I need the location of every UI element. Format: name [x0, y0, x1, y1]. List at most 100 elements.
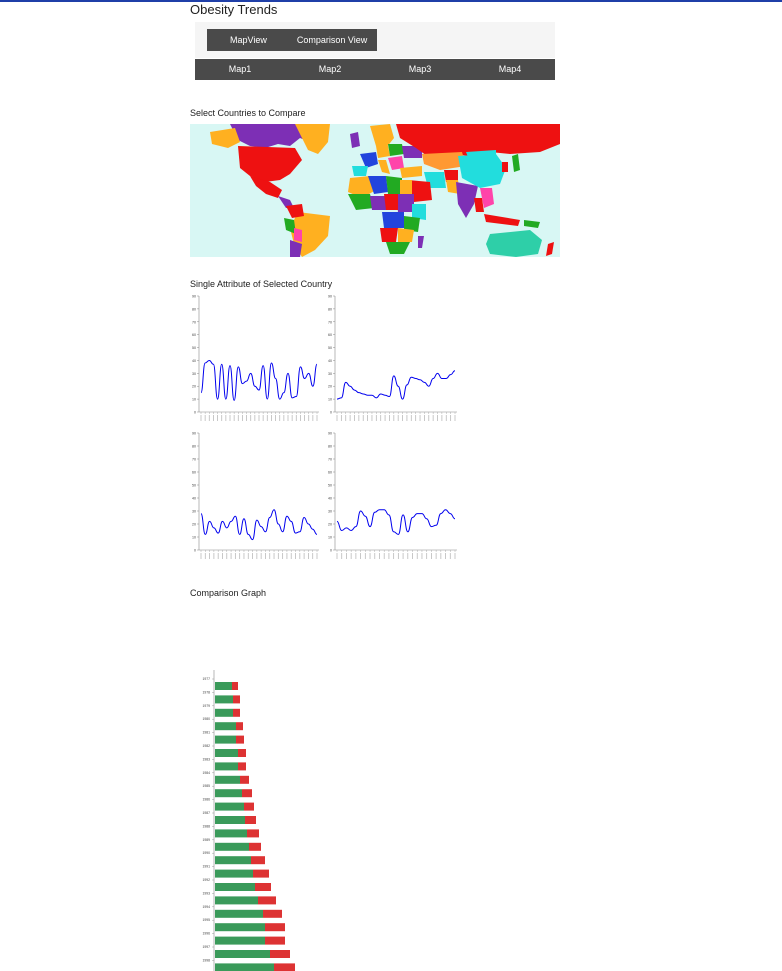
- x-tick-label-mark: [273, 553, 275, 559]
- bar-segment-green: [215, 896, 258, 905]
- country-chad[interactable]: [384, 194, 398, 210]
- view-tabs: MapView Comparison View: [207, 29, 378, 51]
- tab-comparison-view[interactable]: Comparison View: [287, 29, 377, 51]
- map1-button[interactable]: Map1: [195, 59, 285, 80]
- x-tick-label-mark: [221, 415, 223, 421]
- x-tick-label-mark: [431, 553, 432, 559]
- x-tick-label-mark: [243, 553, 245, 559]
- country-sudan[interactable]: [396, 194, 414, 212]
- x-tick-label-mark: [388, 553, 390, 559]
- comparison-bar-chart: 1977 1978 1979 1980 1981 1982 1983 1984 1985 1986…: [202, 670, 295, 971]
- x-tick-label-mark: [295, 415, 297, 421]
- category-label: 1981: [202, 731, 210, 735]
- y-tick-label: 0: [330, 549, 332, 553]
- y-tick-label: 40: [328, 497, 332, 501]
- y-tick-label: 70: [328, 320, 332, 324]
- x-tick-label-mark: [358, 415, 360, 421]
- bar-segment-green: [215, 963, 274, 971]
- y-tick-label: 80: [192, 445, 196, 449]
- country-congo[interactable]: [382, 212, 404, 228]
- x-tick-label-mark: [402, 553, 404, 559]
- y-tick-label: 50: [192, 484, 196, 488]
- y-tick-label: 30: [192, 372, 196, 376]
- map2-button[interactable]: Map2: [285, 59, 375, 80]
- x-tick-label-mark: [384, 415, 386, 421]
- y-tick-label: 80: [328, 307, 332, 311]
- category-label: 1988: [202, 824, 210, 828]
- category-label: 1989: [202, 838, 210, 842]
- y-tick-label: 20: [192, 523, 196, 527]
- x-tick-label-mark: [308, 415, 310, 421]
- bar-segment-red: [247, 829, 259, 838]
- tab-map-view[interactable]: MapView: [207, 29, 287, 51]
- bar-segment-red: [253, 869, 269, 878]
- x-tick-label-mark: [360, 553, 361, 559]
- y-tick-label: 60: [192, 333, 196, 337]
- y-tick-label: 30: [328, 510, 332, 514]
- country-poland[interactable]: [388, 144, 404, 156]
- x-tick-label-mark: [277, 553, 279, 559]
- country-tanzania[interactable]: [398, 228, 414, 242]
- country-mongolia[interactable]: [466, 150, 496, 162]
- x-tick-label-mark: [367, 415, 368, 421]
- map-selector-bar: Map1 Map2 Map3 Map4: [195, 59, 555, 80]
- x-tick-label-mark: [204, 415, 206, 421]
- x-tick-label-mark: [355, 553, 357, 559]
- line-chart-3: 0 10 20 30 40 50 60 70 80 90: [192, 432, 319, 559]
- map4-button[interactable]: Map4: [465, 59, 555, 80]
- y-tick-label: 50: [328, 346, 332, 350]
- x-tick-label-mark: [213, 553, 215, 559]
- country-egypt[interactable]: [400, 180, 412, 194]
- x-tick-label-mark: [300, 415, 301, 421]
- x-tick-label-mark: [217, 553, 219, 559]
- country-nigeria[interactable]: [370, 196, 386, 210]
- x-tick-label-mark: [410, 415, 412, 421]
- y-tick-label: 40: [328, 359, 332, 363]
- x-tick-label-mark: [454, 553, 456, 559]
- x-tick-label-mark: [426, 553, 428, 559]
- x-tick-label-mark: [416, 553, 418, 559]
- x-tick-label-mark: [421, 553, 423, 559]
- x-tick-label-mark: [209, 553, 210, 559]
- world-map-svg[interactable]: [190, 124, 560, 257]
- y-tick-label: 0: [330, 411, 332, 415]
- bar-segment-red: [236, 722, 243, 731]
- bar-segment-green: [215, 869, 253, 878]
- x-tick-label-mark: [256, 553, 258, 559]
- x-tick-label-mark: [450, 415, 452, 421]
- bar-segment-red: [244, 802, 254, 811]
- x-tick-label-mark: [287, 415, 289, 421]
- x-tick-label-mark: [312, 415, 314, 421]
- x-tick-label-mark: [208, 415, 210, 421]
- category-label: 1996: [202, 932, 210, 936]
- bar-segment-red: [236, 735, 244, 744]
- world-map[interactable]: [190, 124, 560, 257]
- country-angola[interactable]: [380, 228, 398, 242]
- country-australia[interactable]: [486, 230, 542, 257]
- x-tick-label-mark: [312, 553, 314, 559]
- country-germany[interactable]: [376, 146, 390, 158]
- country-korea[interactable]: [502, 162, 508, 172]
- category-label: 1977: [202, 677, 210, 681]
- country-turkey[interactable]: [400, 166, 422, 178]
- bar-segment-green: [215, 775, 240, 784]
- x-tick-label-mark: [242, 415, 243, 421]
- x-tick-label-mark: [269, 553, 271, 559]
- country-libya[interactable]: [386, 176, 402, 194]
- x-tick-label-mark: [364, 553, 366, 559]
- y-tick-label: 10: [328, 536, 332, 540]
- map3-button[interactable]: Map3: [375, 59, 465, 80]
- bar-segment-green: [215, 923, 265, 932]
- y-tick-label: 70: [192, 458, 196, 462]
- country-bolivia[interactable]: [294, 228, 302, 242]
- bar-segment-red: [238, 762, 246, 771]
- x-tick-label-mark: [230, 553, 232, 559]
- country-spain[interactable]: [352, 166, 368, 176]
- x-tick-label-mark: [445, 415, 447, 421]
- x-tick-label-mark: [271, 415, 272, 421]
- y-tick-label: 30: [192, 510, 196, 514]
- bar-segment-green: [215, 682, 232, 690]
- bar-segment-green: [215, 909, 263, 918]
- x-tick-label-mark: [336, 415, 338, 421]
- category-label: 1991: [202, 865, 210, 869]
